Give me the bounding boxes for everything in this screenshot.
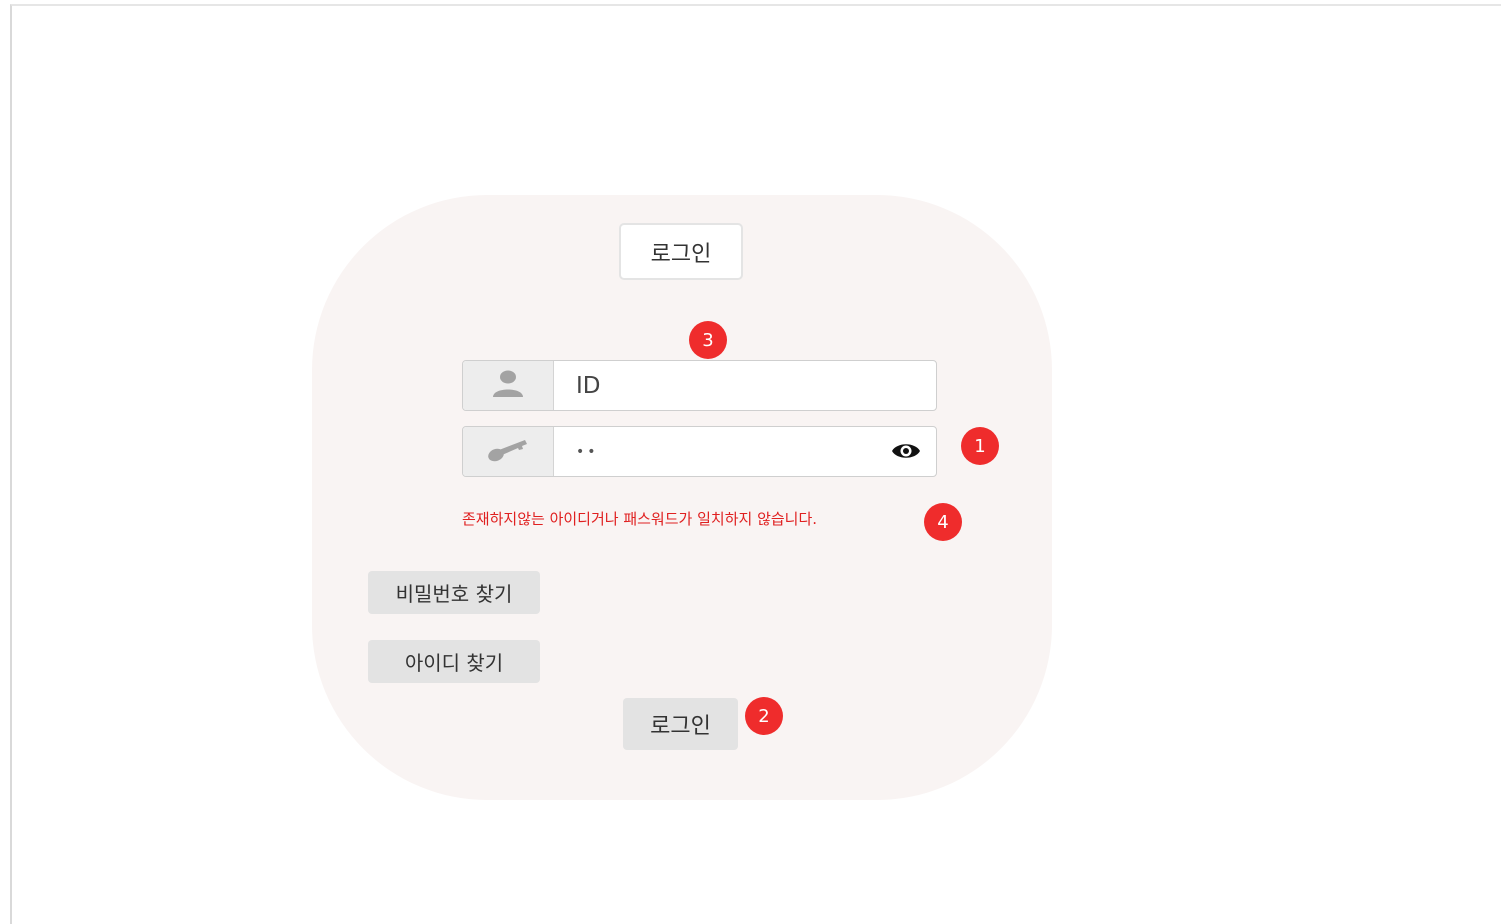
- eye-icon[interactable]: [891, 439, 921, 463]
- id-addon: [463, 361, 554, 410]
- find-password-label: 비밀번호 찾기: [395, 582, 513, 606]
- id-input[interactable]: ID: [554, 361, 936, 410]
- user-icon: [491, 369, 525, 403]
- password-input-value: ••: [576, 443, 599, 460]
- annotation-badge-1: 1: [961, 427, 999, 465]
- annotation-badge-3: 3: [689, 321, 727, 359]
- id-input-value: ID: [576, 372, 601, 399]
- login-button[interactable]: 로그인: [623, 698, 738, 750]
- key-icon: [487, 437, 529, 467]
- find-id-label: 아이디 찾기: [404, 651, 504, 675]
- find-id-button[interactable]: 아이디 찾기: [368, 640, 540, 683]
- password-input[interactable]: ••: [554, 427, 936, 476]
- login-button-label: 로그인: [650, 714, 711, 739]
- password-addon: [463, 427, 554, 476]
- error-message: 존재하지않는 아이디거나 패스워드가 일치하지 않습니다.: [462, 510, 818, 528]
- find-password-button[interactable]: 비밀번호 찾기: [368, 571, 540, 614]
- login-title-text: 로그인: [650, 241, 712, 267]
- annotation-badge-2: 2: [745, 697, 783, 735]
- login-title: 로그인: [619, 223, 743, 280]
- id-input-group: ID: [462, 360, 937, 411]
- password-input-group: ••: [462, 426, 937, 477]
- annotation-badge-4: 4: [924, 503, 962, 541]
